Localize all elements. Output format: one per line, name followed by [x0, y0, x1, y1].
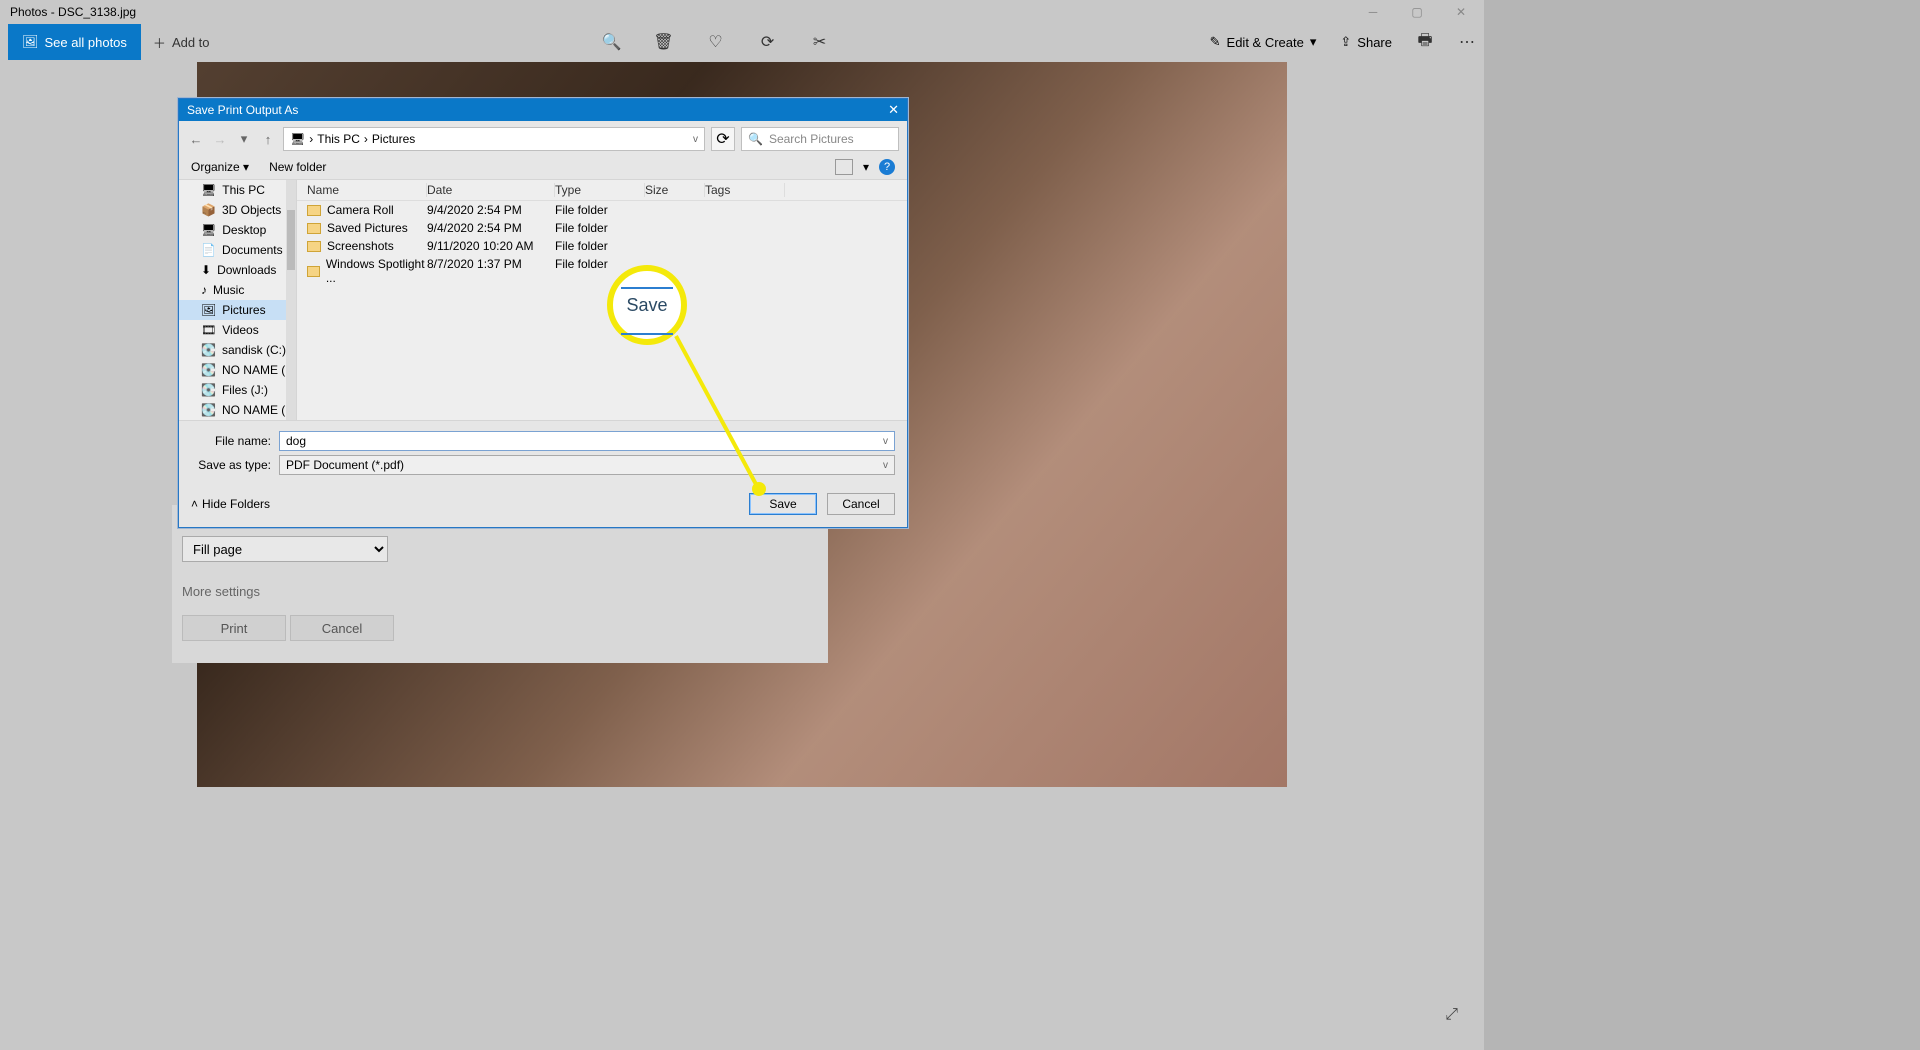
search-input[interactable]: 🔍 Search Pictures — [741, 127, 899, 151]
pc-icon: 🖥 — [290, 132, 305, 146]
delete-icon[interactable]: 🗑 — [655, 33, 673, 51]
plus-icon: ＋ — [153, 33, 166, 52]
tree-item: 💽sandisk (C:) — [179, 340, 296, 360]
dialog-close-icon[interactable]: ✕ — [888, 102, 899, 118]
nav-forward-icon[interactable]: → — [211, 132, 229, 147]
dialog-titlebar: Save Print Output As ✕ — [179, 99, 907, 121]
close-icon[interactable]: ✕ — [1448, 3, 1474, 21]
favorite-icon[interactable]: ♡ — [707, 33, 725, 51]
chevron-down-icon[interactable]: v — [883, 436, 888, 447]
tree-scrollbar[interactable] — [286, 180, 296, 420]
cancel-button[interactable]: Cancel — [827, 493, 895, 515]
tree-item: 📦3D Objects — [179, 200, 296, 220]
more-settings-link[interactable]: More settings — [182, 584, 818, 599]
refresh-button[interactable]: ⟳ — [711, 127, 735, 151]
tree-item: 💽NO NAME (I:) — [179, 400, 296, 420]
callout-endpoint — [752, 482, 766, 496]
chevron-down-icon: ▾ — [1310, 34, 1317, 50]
print-cancel-button[interactable]: Cancel — [290, 615, 394, 641]
chevron-down-icon[interactable]: v — [693, 134, 698, 145]
chevron-down-icon[interactable]: ▾ — [863, 160, 869, 174]
folder-icon — [307, 241, 321, 252]
nav-up-icon[interactable]: ↑ — [259, 132, 277, 147]
tree-item: 📄Documents — [179, 240, 296, 260]
file-list[interactable]: NameDateTypeSizeTags Camera Roll9/4/2020… — [297, 180, 907, 420]
app-toolbar: 🖼 See all photos ＋ Add to 🔍 🗑 ♡ ⟳ ✂ ✎ Ed… — [0, 24, 1484, 60]
hide-folders-toggle[interactable]: ˄ Hide Folders — [191, 497, 270, 511]
tree-item: 💽NO NAME (I:) — [179, 360, 296, 380]
save-type-select[interactable]: PDF Document (*.pdf)v — [279, 455, 895, 475]
chevron-right-icon: › — [364, 132, 368, 146]
see-all-label: See all photos — [45, 35, 127, 50]
tree-item: 🎞Videos — [179, 320, 296, 340]
add-to-button[interactable]: ＋ Add to — [141, 33, 222, 52]
edit-icon: ✎ — [1210, 34, 1221, 50]
crop-icon[interactable]: ✂ — [811, 33, 829, 51]
path-root[interactable]: This PC — [317, 132, 360, 146]
folder-icon — [307, 223, 321, 234]
address-bar[interactable]: 🖥 › This PC › Pictures v — [283, 127, 705, 151]
maximize-icon[interactable]: ▢ — [1404, 3, 1430, 21]
nav-back-icon[interactable]: ← — [187, 132, 205, 147]
file-name-input[interactable]: dogv — [279, 431, 895, 451]
search-icon: 🔍 — [748, 132, 763, 146]
folder-icon — [307, 205, 321, 216]
share-label: Share — [1357, 35, 1392, 50]
edit-create-label: Edit & Create — [1227, 35, 1304, 50]
tree-item: 💽Files (J:) — [179, 380, 296, 400]
file-name-label: File name: — [191, 434, 271, 448]
chevron-right-icon: › — [309, 132, 313, 146]
dialog-title: Save Print Output As — [187, 103, 298, 117]
file-row[interactable]: Screenshots9/11/2020 10:20 AMFile folder — [297, 237, 907, 255]
column-headers[interactable]: NameDateTypeSizeTags — [297, 180, 907, 201]
callout-line — [676, 336, 786, 500]
more-icon[interactable]: ⋯ — [1458, 33, 1476, 51]
folder-icon — [307, 266, 320, 277]
highlight-callout: Save — [607, 265, 687, 345]
save-type-label: Save as type: — [191, 458, 271, 472]
print-icon[interactable]: 🖶 — [1416, 33, 1434, 51]
tree-item: ♪Music — [179, 280, 296, 300]
minimize-icon[interactable]: ─ — [1360, 3, 1386, 21]
print-button[interactable]: Print — [182, 615, 286, 641]
file-row[interactable]: Camera Roll9/4/2020 2:54 PMFile folder — [297, 201, 907, 219]
organize-menu[interactable]: Organize ▾ — [191, 160, 249, 174]
tree-item: 🖥This PC — [179, 180, 296, 200]
help-icon[interactable]: ? — [879, 159, 895, 175]
tree-item: 🖥Desktop — [179, 220, 296, 240]
zoom-icon[interactable]: 🔍 — [603, 33, 621, 51]
file-row[interactable]: Saved Pictures9/4/2020 2:54 PMFile folde… — [297, 219, 907, 237]
path-leaf[interactable]: Pictures — [372, 132, 415, 146]
app-titlebar: Photos - DSC_3138.jpg ─ ▢ ✕ — [0, 0, 1484, 24]
fullscreen-icon[interactable]: ⤢ — [1445, 1006, 1458, 1024]
chevron-up-icon: ˄ — [191, 497, 198, 511]
print-settings-panel: Fit Fill page More settings Print Cancel — [172, 505, 828, 663]
image-icon: 🖼 — [22, 34, 39, 50]
rotate-icon[interactable]: ⟳ — [759, 33, 777, 51]
fit-select[interactable]: Fill page — [182, 536, 388, 562]
folder-tree[interactable]: 🖥This PC 📦3D Objects 🖥Desktop 📄Documents… — [179, 180, 297, 420]
chevron-down-icon[interactable]: v — [883, 460, 888, 471]
add-to-label: Add to — [172, 35, 210, 50]
see-all-photos-button[interactable]: 🖼 See all photos — [8, 24, 141, 60]
view-options-icon[interactable] — [835, 159, 853, 175]
edit-create-button[interactable]: ✎ Edit & Create ▾ — [1210, 34, 1317, 50]
app-title: Photos - DSC_3138.jpg — [10, 5, 136, 19]
search-placeholder: Search Pictures — [769, 132, 854, 146]
tree-item: ⬇Downloads — [179, 260, 296, 280]
nav-recent-icon[interactable]: ▾ — [235, 131, 253, 147]
new-folder-button[interactable]: New folder — [269, 160, 326, 174]
share-icon: ⇪ — [1340, 34, 1351, 50]
file-row[interactable]: Windows Spotlight ...8/7/2020 1:37 PMFil… — [297, 255, 907, 287]
save-as-dialog: Save Print Output As ✕ ← → ▾ ↑ 🖥 › This … — [178, 98, 908, 528]
share-button[interactable]: ⇪ Share — [1340, 34, 1392, 50]
tree-item-selected: 🖼Pictures — [179, 300, 296, 320]
